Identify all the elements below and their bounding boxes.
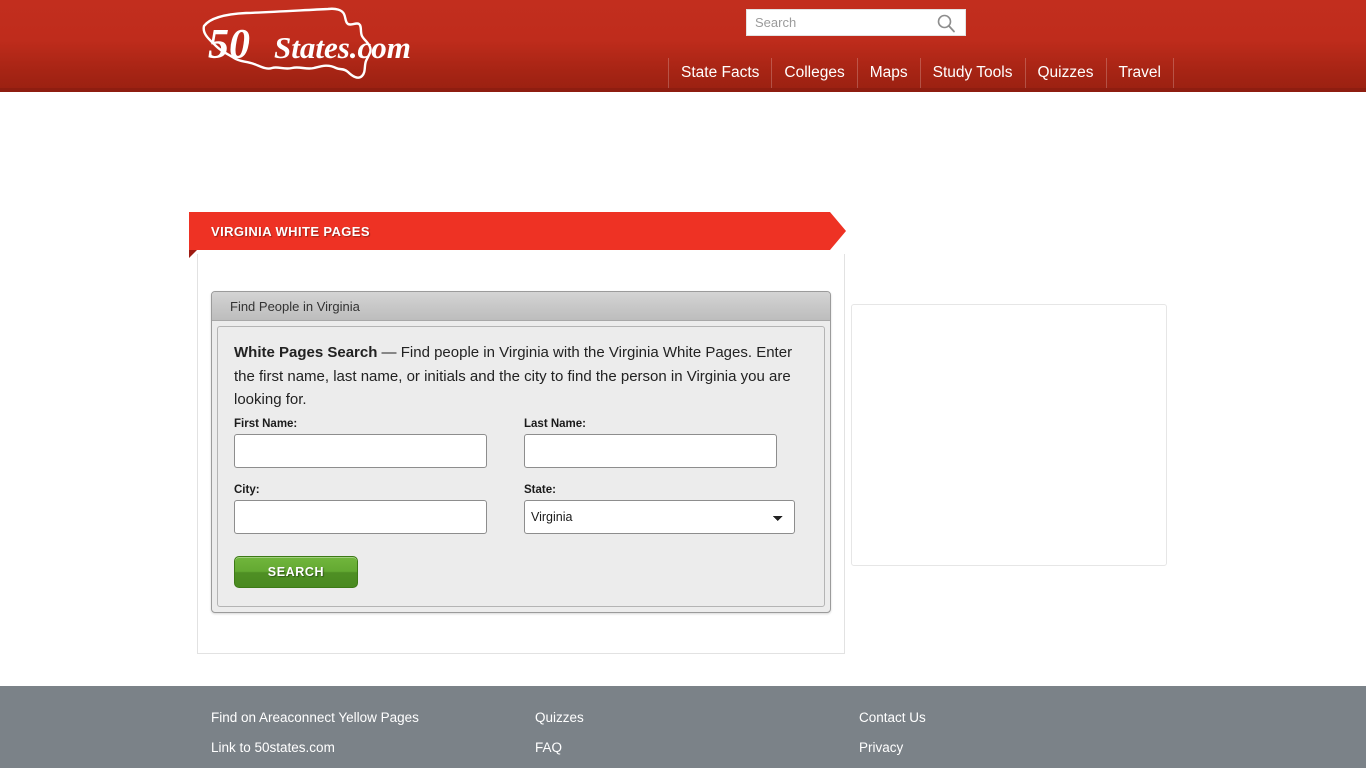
nav-label: Travel (1118, 64, 1162, 82)
page-title-ribbon: VIRGINIA WHITE PAGES (189, 212, 846, 258)
ribbon-bar: VIRGINIA WHITE PAGES (189, 212, 830, 250)
footer-link-contact-us[interactable]: Contact Us (859, 710, 1183, 725)
footer-link-areaconnect[interactable]: Find on Areaconnect Yellow Pages (211, 710, 535, 725)
footer-link-faq[interactable]: FAQ (535, 740, 859, 755)
form-box-header: Find People in Virginia (212, 292, 830, 321)
nav-label: Study Tools (932, 64, 1013, 82)
content-column: VIRGINIA WHITE PAGES Find People in Virg… (189, 212, 846, 654)
ribbon-arrow-icon (830, 212, 846, 250)
name-field-row: First Name: Last Name: (234, 418, 808, 468)
footer-column-2: Quizzes FAQ (535, 710, 859, 770)
state-select[interactable]: Virginia (524, 499, 795, 534)
last-name-group: Last Name: (524, 418, 796, 468)
search-input[interactable] (747, 10, 929, 35)
footer-link-columns: Find on Areaconnect Yellow Pages Link to… (211, 710, 1183, 770)
nav-label: Colleges (784, 64, 845, 82)
site-footer: Find on Areaconnect Yellow Pages Link to… (0, 686, 1366, 768)
footer-link-privacy[interactable]: Privacy (859, 740, 1183, 755)
state-group: State: Virginia (524, 484, 796, 534)
nav-item-quizzes[interactable]: Quizzes (1024, 58, 1106, 88)
footer-column-3: Contact Us Privacy (859, 710, 1183, 770)
nav-label: Quizzes (1037, 64, 1094, 82)
nav-label: Maps (869, 64, 908, 82)
page-title: VIRGINIA WHITE PAGES (211, 223, 370, 239)
footer-link-link-to-50states[interactable]: Link to 50states.com (211, 740, 535, 755)
page-body: VIRGINIA WHITE PAGES Find People in Virg… (0, 92, 1366, 682)
first-name-group: First Name: (234, 418, 506, 468)
city-group: City: (234, 484, 506, 534)
nav-item-maps[interactable]: Maps (856, 58, 920, 88)
footer-column-1: Find on Areaconnect Yellow Pages Link to… (211, 710, 535, 770)
search-submit-button[interactable]: SEARCH (234, 555, 358, 588)
city-label: City: (234, 483, 260, 496)
nav-label: State Facts (681, 64, 760, 82)
nav-item-colleges[interactable]: Colleges (771, 58, 856, 88)
svg-text:States.com: States.com (274, 30, 411, 65)
state-label: State: (524, 483, 556, 496)
first-name-label: First Name: (234, 417, 298, 430)
form-box-title: Find People in Virginia (230, 298, 360, 314)
intro-lead: White Pages Search (234, 344, 378, 361)
site-logo[interactable]: 50 States.com (196, 4, 416, 86)
last-name-input[interactable] (524, 433, 777, 468)
sidebar-ad-placeholder (851, 304, 1167, 566)
white-pages-form-box: Find People in Virginia White Pages Sear… (211, 291, 831, 613)
header-search-box[interactable] (746, 9, 966, 36)
intro-paragraph: White Pages Search — Find people in Virg… (234, 341, 808, 412)
svg-text:50: 50 (208, 22, 250, 68)
form-box-inner: White Pages Search — Find people in Virg… (217, 326, 825, 607)
ribbon-fold-icon (189, 250, 197, 258)
site-header: 50 States.com State Facts Colleges Maps … (0, 0, 1366, 92)
main-navigation[interactable]: State Facts Colleges Maps Study Tools Qu… (668, 58, 1174, 88)
nav-item-study-tools[interactable]: Study Tools (919, 58, 1025, 88)
location-field-row: City: State: Virginia (234, 484, 808, 534)
first-name-input[interactable] (234, 433, 487, 468)
last-name-label: Last Name: (524, 417, 586, 430)
logo-map-icon: 50 States.com (202, 7, 411, 79)
nav-item-state-facts[interactable]: State Facts (668, 58, 771, 88)
search-icon[interactable] (929, 10, 963, 35)
content-panel: Find People in Virginia White Pages Sear… (197, 254, 845, 654)
city-input[interactable] (234, 499, 487, 534)
magnifier-glyph (937, 14, 955, 32)
footer-link-quizzes[interactable]: Quizzes (535, 710, 859, 725)
nav-item-travel[interactable]: Travel (1105, 58, 1174, 88)
